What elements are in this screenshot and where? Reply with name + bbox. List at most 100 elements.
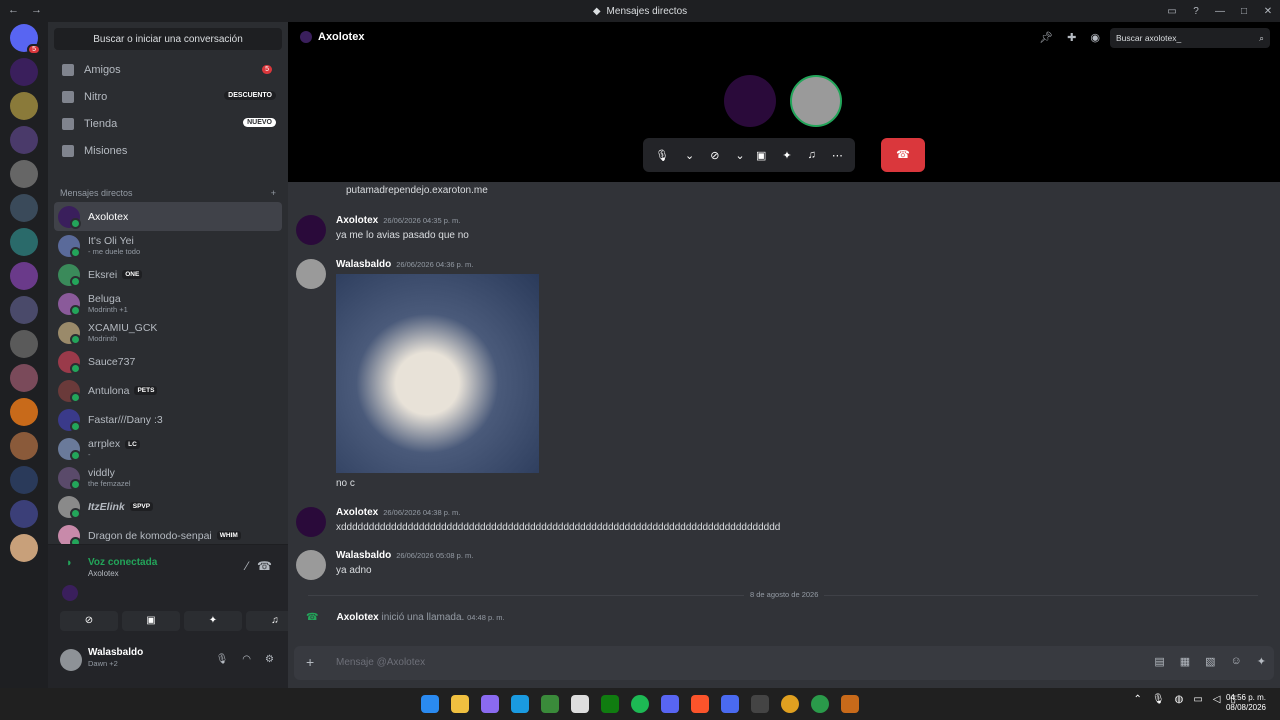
help-icon[interactable]: ?: [1184, 6, 1208, 17]
nav-friends[interactable]: Amigos 5: [54, 57, 282, 83]
network-icon[interactable]: ◍: [1175, 694, 1184, 705]
dm-item[interactable]: Fastar///Dany :3: [54, 405, 282, 434]
volume-icon[interactable]: ◁: [1213, 694, 1221, 705]
author-name[interactable]: Walasbaldo: [336, 259, 391, 270]
emoji-icon[interactable]: ☺: [1231, 655, 1242, 668]
edge-icon[interactable]: [511, 695, 529, 713]
app-icon[interactable]: [751, 695, 769, 713]
spotify-icon[interactable]: [631, 695, 649, 713]
dm-item[interactable]: Antulona PETS: [54, 376, 282, 405]
noise-suppression-icon[interactable]: ⁄: [246, 559, 248, 573]
server-icon[interactable]: [10, 398, 38, 426]
dm-item[interactable]: It's Oli Yei - me duele todo: [54, 231, 282, 260]
home-button[interactable]: 5: [10, 24, 41, 55]
server-icon[interactable]: [10, 160, 38, 188]
xbox-icon[interactable]: [601, 695, 619, 713]
gear-icon[interactable]: ⚙: [265, 654, 274, 665]
disconnect-icon[interactable]: ☎: [257, 559, 272, 573]
chevron-up-icon[interactable]: ⌃: [1134, 694, 1142, 705]
inbox-icon[interactable]: ▭: [1160, 6, 1184, 17]
chevron-down-icon[interactable]: ⌄: [685, 149, 694, 162]
participant-avatar[interactable]: [724, 75, 776, 127]
screen-share-icon[interactable]: ▣: [122, 611, 180, 631]
screen-share-icon[interactable]: ▣: [756, 149, 766, 162]
author-name[interactable]: Axolotex: [336, 507, 378, 518]
message-input[interactable]: Mensaje @Axolotex: [336, 657, 425, 668]
avatar[interactable]: [296, 215, 326, 245]
chrome-icon[interactable]: [811, 695, 829, 713]
store-icon[interactable]: [571, 695, 589, 713]
server-icon[interactable]: [10, 228, 38, 256]
nav-shop[interactable]: Tienda NUEVO: [54, 111, 282, 137]
nav-nitro[interactable]: Nitro DESCUENTO: [54, 84, 282, 110]
voice-channel[interactable]: Axolotex: [88, 569, 119, 578]
dm-item[interactable]: arrplex LC -: [54, 434, 282, 463]
close-button[interactable]: ✕: [1256, 6, 1280, 17]
activities-icon[interactable]: ✦: [782, 149, 791, 162]
image-attachment[interactable]: [336, 274, 539, 473]
search-input[interactable]: Buscar axolotex_ ⌕: [1110, 28, 1270, 48]
create-dm-button[interactable]: +: [271, 188, 276, 198]
file-explorer-icon[interactable]: [451, 695, 469, 713]
back-arrow-icon[interactable]: ←: [8, 4, 19, 16]
start-icon[interactable]: [421, 695, 439, 713]
camera-off-icon[interactable]: ⊘: [60, 611, 118, 631]
message-composer[interactable]: + Mensaje @Axolotex ▤ ▦ ▧ ☺ ✦: [294, 646, 1274, 680]
dm-item[interactable]: ItzElink SPVP: [54, 492, 282, 521]
camera-off-icon[interactable]: ⊘: [710, 149, 719, 162]
nav-quests[interactable]: Misiones: [54, 138, 282, 164]
server-icon[interactable]: [10, 194, 38, 222]
apps-icon[interactable]: ✦: [1257, 655, 1266, 668]
server-icon[interactable]: [10, 330, 38, 358]
folder-icon[interactable]: [10, 500, 38, 528]
server-icon[interactable]: [10, 58, 38, 86]
dm-item[interactable]: XCAMIU_GCK Modrinth: [54, 318, 282, 347]
pin-icon[interactable]: 📌︎: [1039, 31, 1053, 44]
avatar[interactable]: [296, 259, 326, 289]
forward-arrow-icon[interactable]: →: [31, 4, 42, 16]
dm-item[interactable]: Eksrei ONE: [54, 260, 282, 289]
author-name[interactable]: Axolotex: [336, 215, 378, 226]
author-name[interactable]: Axolotex: [336, 612, 378, 623]
app-icon[interactable]: [841, 695, 859, 713]
user-profile-icon[interactable]: ◉: [1090, 31, 1100, 44]
copilot-icon[interactable]: [481, 695, 499, 713]
server-icon[interactable]: [10, 92, 38, 120]
author-name[interactable]: Walasbaldo: [336, 550, 391, 561]
discord-icon[interactable]: [661, 695, 679, 713]
display-icon[interactable]: ▭: [1193, 694, 1202, 705]
activities-icon[interactable]: ✦: [184, 611, 242, 631]
dm-item[interactable]: Sauce737: [54, 347, 282, 376]
hangup-button[interactable]: ☎: [881, 138, 925, 172]
minecraft-icon[interactable]: [541, 695, 559, 713]
brave-icon[interactable]: [691, 695, 709, 713]
server-icon[interactable]: [10, 126, 38, 154]
find-conversation-button[interactable]: Buscar o iniciar una conversación: [54, 28, 282, 50]
chrome-icon[interactable]: [781, 695, 799, 713]
more-icon[interactable]: ⋯: [832, 149, 843, 162]
microphone-icon[interactable]: 🎙︎: [1152, 694, 1165, 705]
minimize-button[interactable]: —: [1208, 6, 1232, 17]
server-icon[interactable]: [10, 296, 38, 324]
app-icon[interactable]: [721, 695, 739, 713]
headphones-icon[interactable]: ◠: [242, 654, 251, 665]
avatar[interactable]: [60, 649, 82, 671]
dm-item[interactable]: Axolotex: [54, 202, 282, 231]
server-icon[interactable]: [10, 364, 38, 392]
gif-icon[interactable]: ▦: [1180, 655, 1190, 668]
soundboard-icon[interactable]: ♫: [808, 149, 816, 161]
dm-item[interactable]: viddly the femzazel: [54, 463, 282, 492]
clock[interactable]: 04:56 p. m. 08/08/2026: [1226, 693, 1266, 713]
maximize-button[interactable]: □: [1232, 6, 1256, 17]
add-friends-icon[interactable]: ✚: [1067, 31, 1076, 44]
avatar[interactable]: [296, 507, 326, 537]
dm-item[interactable]: Beluga Modrinth +1: [54, 289, 282, 318]
server-icon[interactable]: [10, 534, 38, 562]
participant-avatar[interactable]: [790, 75, 842, 127]
server-icon[interactable]: [10, 262, 38, 290]
server-icon[interactable]: [10, 432, 38, 460]
avatar[interactable]: [296, 550, 326, 580]
add-attachment-icon[interactable]: +: [306, 654, 314, 670]
server-icon[interactable]: [10, 466, 38, 494]
gift-icon[interactable]: ▤: [1154, 655, 1164, 668]
